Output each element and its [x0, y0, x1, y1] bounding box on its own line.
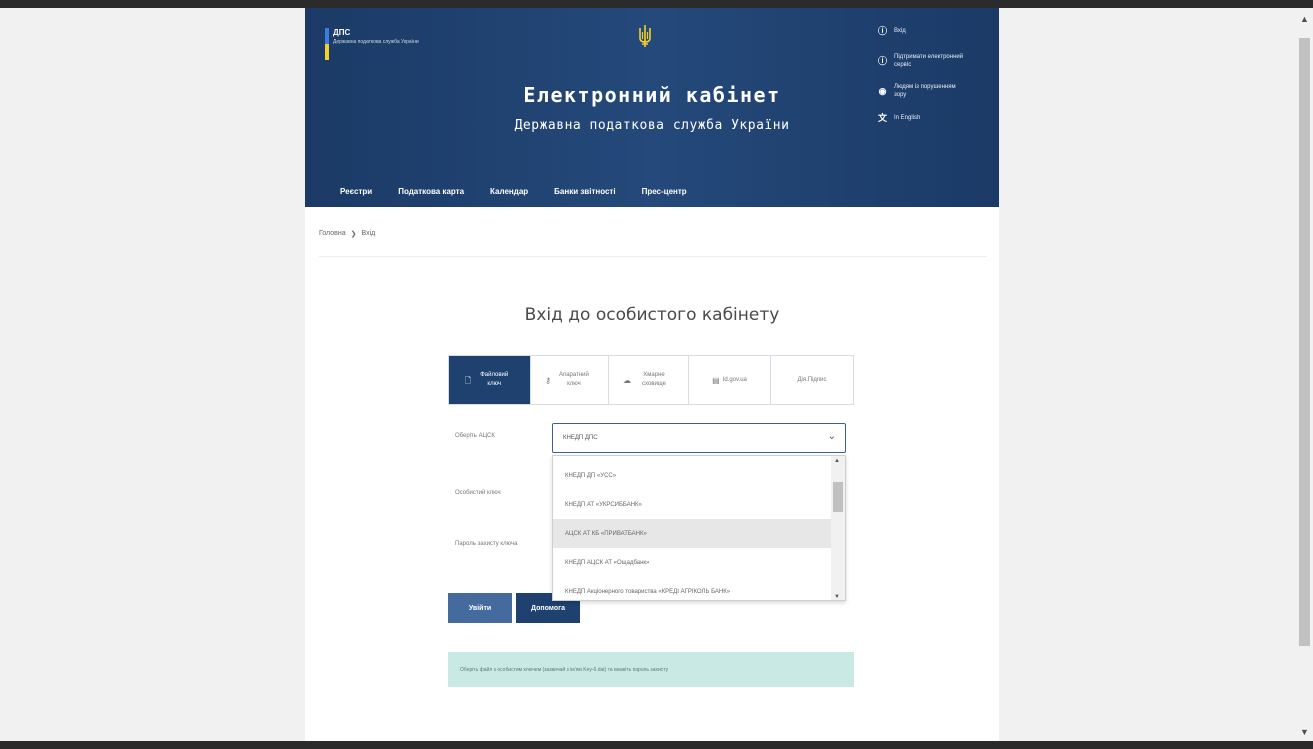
- main-nav: Реєстри Податкова карта Календар Банки з…: [340, 187, 713, 196]
- tab-file-key[interactable]: 🗋 Файловий ключ: [449, 356, 531, 404]
- password-label: Пароль захисту ключа: [455, 541, 518, 547]
- translate-icon: 文: [878, 112, 888, 123]
- support-link[interactable]: ⓘ Підтримати електронний сервіс: [878, 53, 993, 69]
- english-link[interactable]: 文 In English: [878, 113, 993, 122]
- page: ДПС Державна податкова служба України Ел…: [305, 8, 999, 741]
- ca-dropdown-list: КНЕДП ДП «УСС» КНЕДП АТ «УКРСИББАНК» АЦС…: [552, 455, 846, 601]
- login-link[interactable]: ⓘ Вхід: [878, 26, 993, 35]
- tab-diia-label: Дія.Підпис: [797, 376, 827, 383]
- logo-subtitle: Державна податкова служба України: [333, 39, 419, 45]
- page-scroll-thumb[interactable]: [1299, 38, 1310, 646]
- dropdown-option-highlighted[interactable]: АЦСК АТ КБ «ПРИВАТБАНК»: [553, 519, 831, 548]
- tab-file-key-label: Файловий ключ: [480, 372, 509, 387]
- nav-item-report-forms[interactable]: Банки звітності: [554, 187, 615, 196]
- dropdown-scroll-thumb[interactable]: [833, 482, 843, 512]
- utility-links: ⓘ Вхід ⓘ Підтримати електронний сервіс ◉…: [878, 26, 993, 140]
- ca-row: Оберіть АЦСК: [455, 433, 550, 439]
- dropdown-option[interactable]: КНЕДП Акціонерного товариства «КРЕДІ АГР…: [553, 577, 831, 600]
- login-link-label: Вхід: [894, 27, 906, 34]
- tab-hardware-key-label: Апаратний ключ: [558, 372, 589, 387]
- page-scrollbar[interactable]: ▲ ▼: [1296, 8, 1313, 741]
- support-link-label: Підтримати електронний сервіс: [894, 54, 964, 68]
- cloud-icon: ☁: [623, 375, 631, 385]
- tab-id-gov[interactable]: ▤ Id.gov.ua: [689, 356, 771, 404]
- nav-item-registers[interactable]: Реєстри: [340, 187, 372, 196]
- browser-top-bar: [0, 0, 1313, 8]
- ca-select-value: КНЕДП ДПС: [563, 435, 598, 441]
- nav-item-tax-map[interactable]: Податкова карта: [398, 187, 464, 196]
- id-card-icon: ▤: [712, 375, 720, 385]
- site-header: ДПС Державна податкова служба України Ел…: [305, 8, 999, 207]
- key-type-tabs: 🗋 Файловий ключ ⚷ Апаратний ключ ☁ Хмарн…: [448, 355, 854, 405]
- key-label: Особистий ключ: [455, 490, 501, 496]
- info-icon: ⓘ: [878, 25, 888, 36]
- dropdown-scrollbar[interactable]: ▲ ▼: [831, 456, 845, 600]
- eye-icon: ◉: [878, 86, 887, 96]
- key-row: Особистий ключ: [455, 490, 550, 496]
- scroll-up-icon[interactable]: ▲: [834, 458, 840, 464]
- scroll-up-icon[interactable]: ▲: [1300, 14, 1309, 24]
- tab-diia[interactable]: Дія.Підпис: [771, 356, 853, 404]
- ca-label: Оберіть АЦСК: [455, 433, 495, 439]
- breadcrumb-home[interactable]: Головна: [319, 230, 346, 238]
- password-row: Пароль захисту ключа: [455, 541, 550, 547]
- breadcrumb: Головна ❯ Вхід: [319, 230, 375, 238]
- tab-cloud-storage-label: Хмарне сховище: [641, 372, 666, 387]
- tab-hardware-key[interactable]: ⚷ Апаратний ключ: [531, 356, 609, 404]
- info-message: Оберіть файл з особистим ключем (зазвича…: [448, 652, 854, 687]
- dropdown-option[interactable]: КНЕДП АЦСК АТ «Ощадбанк»: [553, 548, 831, 577]
- scroll-down-icon[interactable]: ▼: [834, 594, 840, 600]
- nav-item-press-center[interactable]: Прес-центр: [642, 187, 687, 196]
- divider: [319, 256, 987, 257]
- ca-select[interactable]: КНЕДП ДПС ⌄: [552, 423, 846, 453]
- logo[interactable]: ДПС Державна податкова служба України: [325, 28, 419, 60]
- chevron-down-icon: ⌄: [827, 431, 836, 442]
- accessibility-link[interactable]: ◉ Людям із порушенням зору: [878, 83, 993, 99]
- file-icon: 🗋: [464, 375, 472, 385]
- dropdown-option[interactable]: КНЕДП ДП «УСС»: [553, 461, 831, 490]
- breadcrumb-current: Вхід: [361, 230, 376, 237]
- trident-icon: [639, 25, 651, 47]
- flag-icon: [325, 28, 329, 60]
- key-icon: ⚷: [545, 375, 551, 385]
- login-button[interactable]: Увійти: [448, 593, 512, 623]
- breadcrumb-separator-icon: ❯: [350, 231, 357, 238]
- english-link-label: In English: [894, 114, 921, 121]
- scroll-down-icon[interactable]: ▼: [1300, 727, 1309, 737]
- tab-cloud-storage[interactable]: ☁ Хмарне сховище: [609, 356, 689, 404]
- info-icon: ⓘ: [878, 56, 888, 66]
- dropdown-option[interactable]: КНЕДП АТ «УКРСИББАНК»: [553, 490, 831, 519]
- login-title: Вхід до особистого кабінету: [524, 305, 780, 325]
- tab-id-gov-label: Id.gov.ua: [722, 376, 747, 383]
- logo-title: ДПС: [333, 28, 351, 37]
- browser-bottom-bar: [0, 741, 1313, 749]
- nav-item-calendar[interactable]: Календар: [490, 187, 528, 196]
- accessibility-link-label: Людям із порушенням зору: [894, 84, 956, 98]
